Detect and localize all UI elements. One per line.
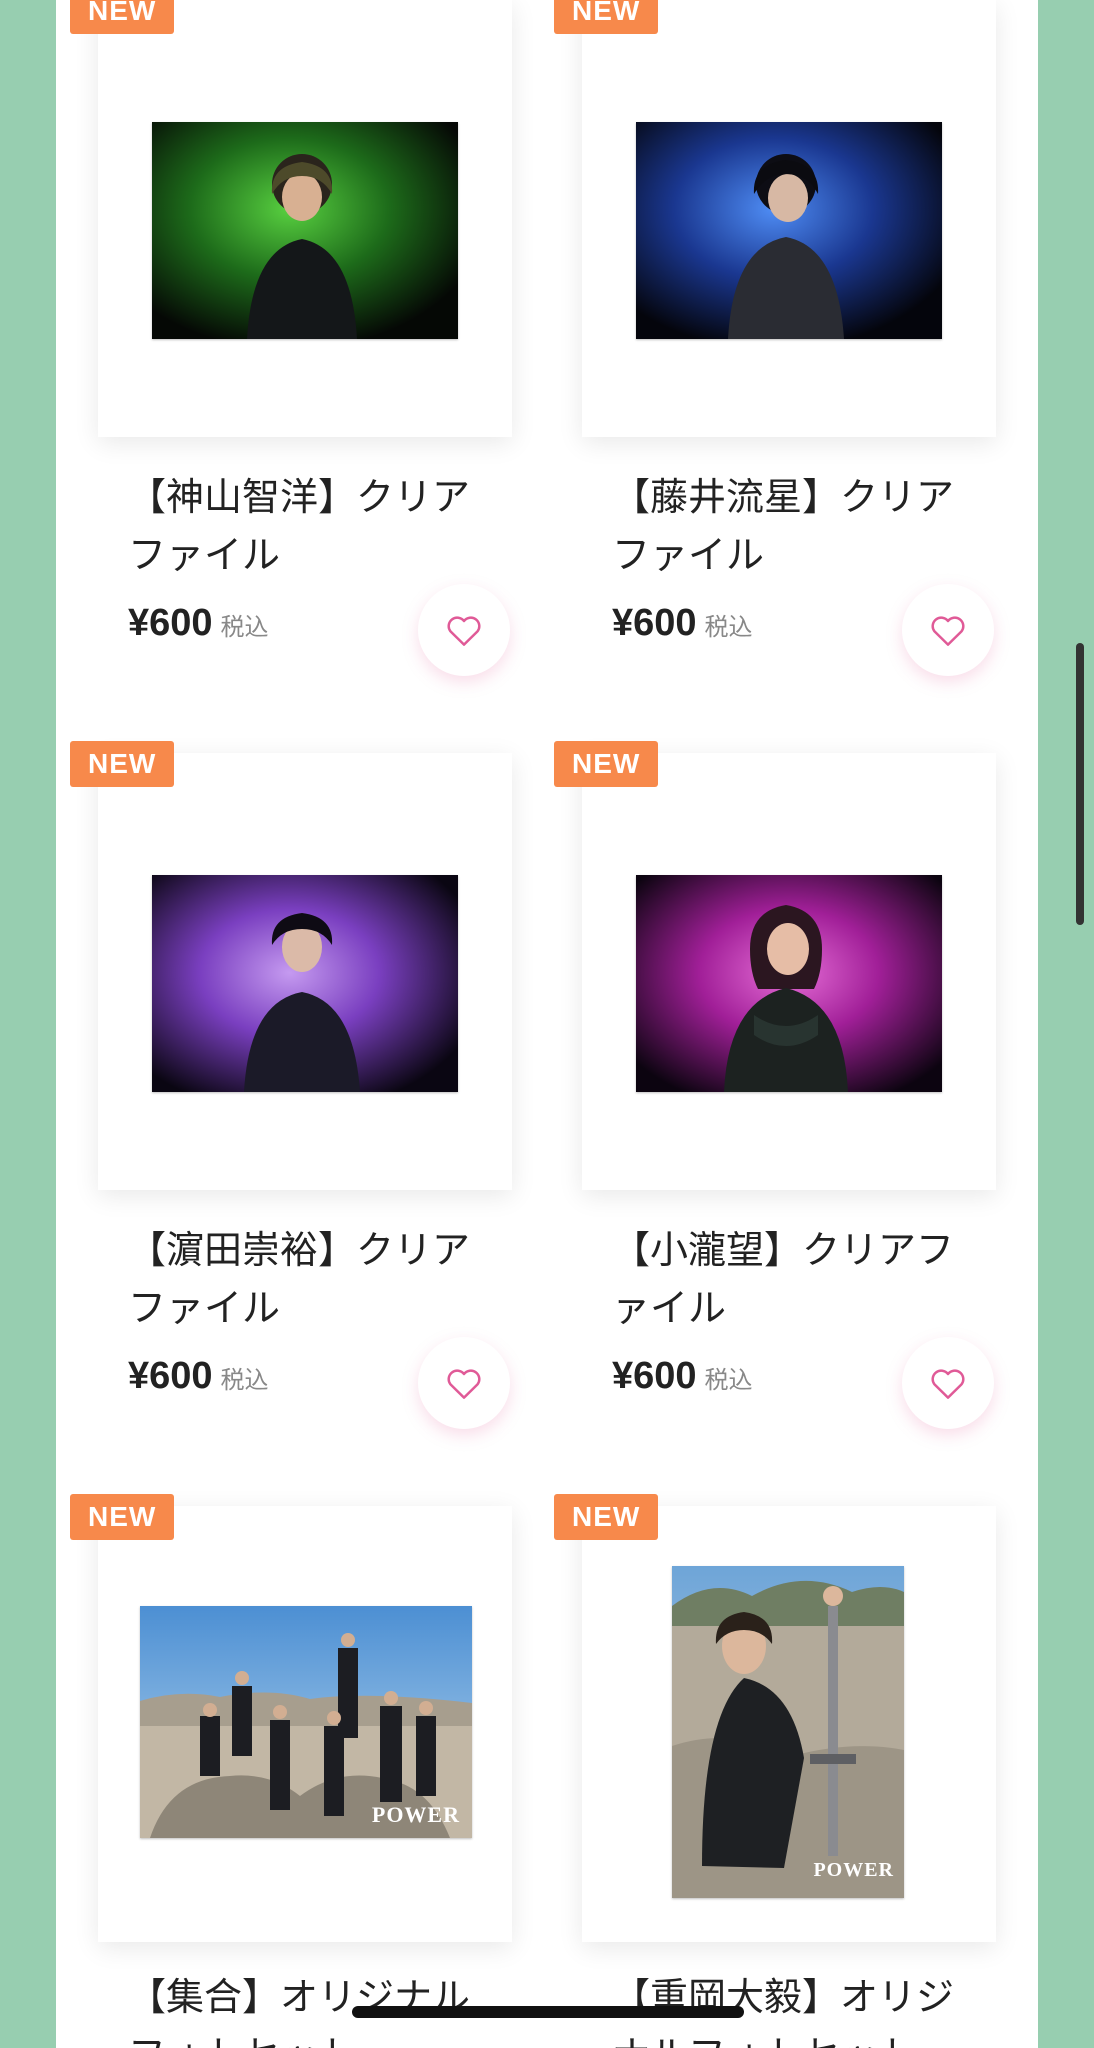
- heart-icon: [447, 1369, 481, 1399]
- product-thumbnail[interactable]: POWER: [582, 1506, 996, 1942]
- product-title[interactable]: 【小瀧望】クリアファイル: [612, 1221, 972, 1337]
- product-price: ¥600: [128, 602, 213, 644]
- price-row: ¥600 税込: [128, 602, 269, 645]
- tax-label: 税込: [704, 613, 753, 641]
- new-badge: NEW: [554, 1494, 659, 1540]
- photo-logo: POWER: [371, 1802, 460, 1827]
- new-badge: NEW: [70, 741, 175, 787]
- scrollbar[interactable]: [1076, 643, 1084, 925]
- favorite-button[interactable]: [902, 1337, 994, 1429]
- product-photo: [152, 875, 458, 1092]
- price-row: ¥600 税込: [128, 1355, 269, 1398]
- product-photo: [152, 122, 458, 339]
- product-title[interactable]: 【藤井流星】クリアファイル: [612, 468, 972, 584]
- product-photo: [636, 122, 942, 339]
- product-thumbnail[interactable]: POWER: [98, 1506, 512, 1942]
- photo-logo: POWER: [813, 1859, 894, 1881]
- new-badge: NEW: [554, 0, 659, 34]
- new-badge: NEW: [70, 1494, 175, 1540]
- product-grid: NEW 【神山智洋】クリアファイル ¥600 税込 NEW 【藤井流星】クリアフ…: [56, 0, 1038, 2048]
- product-thumbnail[interactable]: [98, 0, 512, 437]
- product-title[interactable]: 【神山智洋】クリアファイル: [128, 468, 488, 584]
- product-photo: [636, 875, 942, 1092]
- heart-icon: [931, 1369, 965, 1399]
- price-row: ¥600 税込: [612, 1355, 753, 1398]
- heart-icon: [447, 616, 481, 646]
- tax-label: 税込: [220, 613, 269, 641]
- product-thumbnail[interactable]: [582, 0, 996, 437]
- tax-label: 税込: [220, 1366, 269, 1394]
- product-photo: POWER: [672, 1566, 904, 1898]
- product-price: ¥600: [612, 1355, 697, 1397]
- product-price: ¥600: [612, 602, 697, 644]
- favorite-button[interactable]: [418, 584, 510, 676]
- home-indicator[interactable]: [352, 2006, 744, 2018]
- product-title[interactable]: 【濵田崇裕】クリアファイル: [128, 1221, 488, 1337]
- favorite-button[interactable]: [902, 584, 994, 676]
- product-thumbnail[interactable]: [582, 753, 996, 1190]
- product-photo: POWER: [140, 1606, 472, 1838]
- heart-icon: [931, 616, 965, 646]
- new-badge: NEW: [554, 741, 659, 787]
- product-price: ¥600: [128, 1355, 213, 1397]
- product-thumbnail[interactable]: [98, 753, 512, 1190]
- tax-label: 税込: [704, 1366, 753, 1394]
- price-row: ¥600 税込: [612, 602, 753, 645]
- new-badge: NEW: [70, 0, 175, 34]
- favorite-button[interactable]: [418, 1337, 510, 1429]
